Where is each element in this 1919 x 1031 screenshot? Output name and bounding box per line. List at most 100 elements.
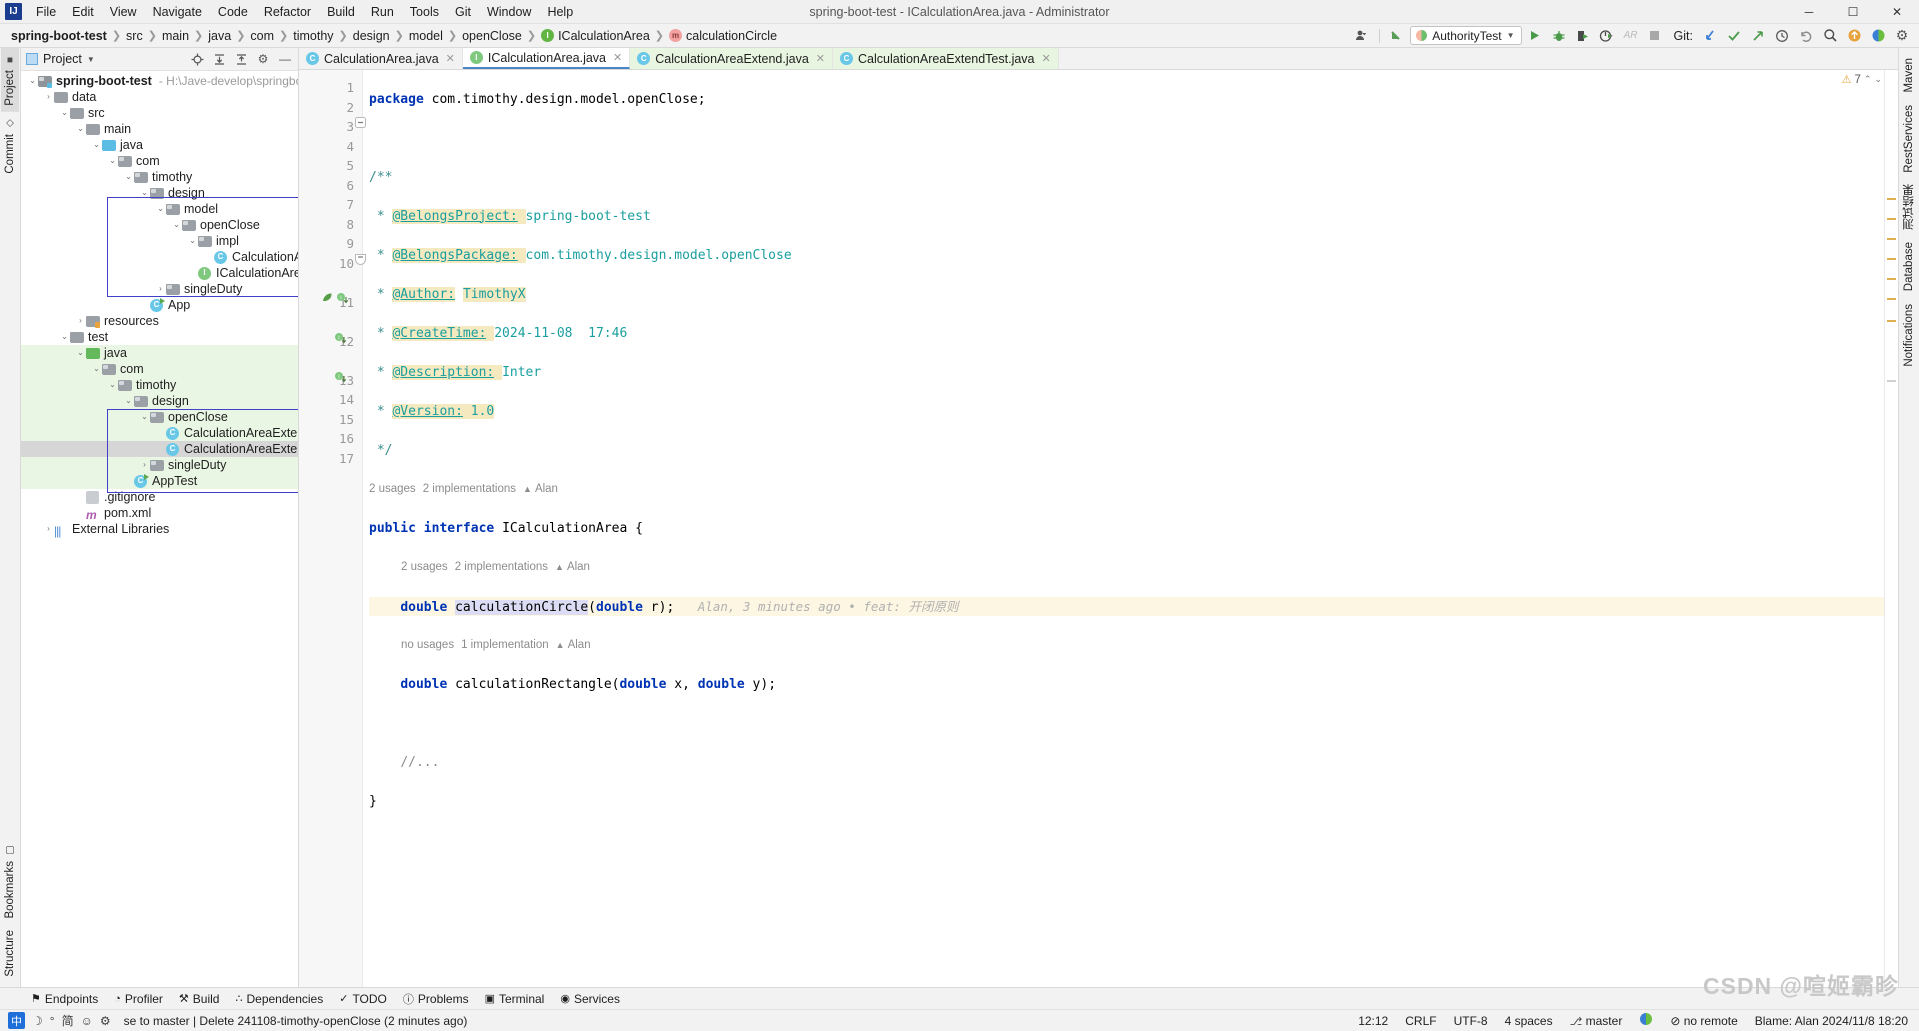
- tree-node-model[interactable]: ⌄ model: [21, 201, 298, 217]
- breadcrumb-timothy[interactable]: timothy: [290, 28, 336, 44]
- run-with-coverage-icon[interactable]: [1572, 26, 1594, 46]
- inspection-marker[interactable]: [1887, 198, 1896, 200]
- menu-tools[interactable]: Tools: [402, 1, 447, 23]
- update-project-icon[interactable]: [1386, 26, 1408, 46]
- caret-position[interactable]: 12:12: [1355, 1013, 1391, 1029]
- tree-node-singleduty-test[interactable]: › singleDuty: [21, 457, 298, 473]
- chevron-down-icon[interactable]: ⌄: [139, 185, 150, 201]
- git-push-icon[interactable]: [1747, 26, 1769, 46]
- git-branch[interactable]: ⎇ master: [1567, 1013, 1626, 1029]
- implementations-count[interactable]: 1 implementation: [461, 636, 549, 656]
- tree-node-java-main[interactable]: ⌄ java: [21, 137, 298, 153]
- code-line-9[interactable]: * @Version: 1.0: [369, 402, 1884, 422]
- tab-calculationarea[interactable]: C CalculationArea.java ✕: [299, 48, 463, 69]
- breadcrumb-openclose[interactable]: openClose: [459, 28, 525, 44]
- project-view-chevron-down-icon[interactable]: ▼: [87, 55, 95, 64]
- menu-build[interactable]: Build: [319, 1, 363, 23]
- rail-item-bookmarks[interactable]: Bookmarks ▢: [1, 839, 19, 925]
- rail-item-restservices[interactable]: RestServices: [1900, 99, 1918, 179]
- inspection-marker[interactable]: [1887, 320, 1896, 322]
- code-line-8[interactable]: * @Description: Inter: [369, 363, 1884, 383]
- chevron-right-icon[interactable]: ›: [43, 521, 54, 537]
- code-vision-method1[interactable]: 2 usages 2 implementations ▲ Alan: [369, 558, 1884, 578]
- tree-node-openclose[interactable]: ⌄ openClose: [21, 217, 298, 233]
- tree-node-design[interactable]: ⌄ design: [21, 185, 298, 201]
- code-line-11[interactable]: public interface ICalculationArea {: [369, 519, 1884, 539]
- inspection-marker[interactable]: [1887, 298, 1896, 300]
- code-author[interactable]: ▲ Alan: [523, 480, 558, 500]
- tree-node-java-test[interactable]: ⌄ java: [21, 345, 298, 361]
- ime-smiley-icon[interactable]: ☺: [81, 1014, 93, 1028]
- chevron-down-icon[interactable]: ⌄: [107, 153, 118, 169]
- code-content[interactable]: package com.timothy.design.model.openClo…: [363, 70, 1884, 987]
- tree-node-com[interactable]: ⌄ com: [21, 153, 298, 169]
- rail-item-project[interactable]: Project ■: [1, 48, 19, 112]
- git-history-icon[interactable]: [1771, 26, 1793, 46]
- tree-node-calculationareaextend[interactable]: C CalculationAreaExtend: [21, 425, 298, 441]
- person-dropdown-icon[interactable]: [1351, 26, 1373, 46]
- code-line-4[interactable]: * @BelongsProject: spring-boot-test: [369, 207, 1884, 227]
- editor-gutter[interactable]: 1 2 3 4 5 6 7 8 9 10 11 12 13 14 15 16 1: [299, 70, 366, 987]
- locate-file-icon[interactable]: [189, 51, 205, 67]
- code-line-10[interactable]: */: [369, 441, 1884, 461]
- ime-shape-icon[interactable]: 简: [62, 1012, 74, 1029]
- usages-count[interactable]: no usages: [401, 636, 454, 656]
- chevron-down-icon[interactable]: ⌄: [1874, 74, 1882, 85]
- vcs-status-message[interactable]: se to master | Delete 241108-timothy-ope…: [121, 1013, 471, 1029]
- inspection-marker[interactable]: [1887, 380, 1896, 382]
- tree-node-test[interactable]: ⌄ test: [21, 329, 298, 345]
- rail-item-commit[interactable]: Commit ◇: [1, 112, 19, 180]
- git-update-icon[interactable]: [1699, 26, 1721, 46]
- tree-node-src[interactable]: ⌄ src: [21, 105, 298, 121]
- chevron-down-icon[interactable]: ⌄: [75, 121, 86, 137]
- implementations-count[interactable]: 2 implementations: [423, 480, 516, 500]
- chevron-down-icon[interactable]: ⌄: [171, 217, 182, 233]
- tree-node-calculationarea[interactable]: C CalculationArea: [21, 249, 298, 265]
- gutter-implemented-marker[interactable]: I: [334, 332, 347, 345]
- breadcrumb-project[interactable]: spring-boot-test: [8, 28, 110, 44]
- breadcrumb-com[interactable]: com: [247, 28, 277, 44]
- code-line-15[interactable]: //...: [369, 753, 1884, 773]
- tab-icalculationarea[interactable]: I ICalculationArea.java ✕: [462, 48, 631, 69]
- tree-node-com-test[interactable]: ⌄ com: [21, 361, 298, 377]
- tree-node-resources[interactable]: › resources: [21, 313, 298, 329]
- file-encoding[interactable]: UTF-8: [1451, 1013, 1491, 1029]
- tree-node-external-libraries[interactable]: › ||| External Libraries: [21, 521, 298, 538]
- code-line-7[interactable]: * @CreateTime: 2024-11-08 17:46: [369, 324, 1884, 344]
- rail-item-structure[interactable]: Structure: [1, 924, 19, 983]
- menu-refactor[interactable]: Refactor: [256, 1, 319, 23]
- code-line-3[interactable]: /**: [369, 168, 1884, 188]
- rail-item-database[interactable]: Database: [1900, 236, 1918, 297]
- tab-calculationareaextendtest[interactable]: C CalculationAreaExtendTest.java ✕: [833, 48, 1059, 69]
- chevron-up-icon[interactable]: ⌃: [1864, 74, 1872, 85]
- menu-navigate[interactable]: Navigate: [145, 1, 210, 23]
- code-line-14[interactable]: [369, 714, 1884, 734]
- chevron-down-icon[interactable]: ⌄: [123, 169, 134, 185]
- menu-code[interactable]: Code: [210, 1, 256, 23]
- indent-setting[interactable]: 4 spaces: [1502, 1013, 1556, 1029]
- chevron-down-icon[interactable]: ⌄: [187, 233, 198, 249]
- tree-node-design-test[interactable]: ⌄ design: [21, 393, 298, 409]
- ime-language-icon[interactable]: 中: [8, 1012, 25, 1029]
- attach-process-icon[interactable]: AR: [1620, 26, 1642, 46]
- code-line-13[interactable]: double calculationRectangle(double x, do…: [369, 675, 1884, 695]
- tree-node-spring-boot-test[interactable]: ⌄ spring-boot-test - H:\Jave-develop\spr…: [21, 73, 298, 89]
- bottom-tab-services[interactable]: ◉ Services: [553, 990, 627, 1008]
- code-line-2[interactable]: [369, 129, 1884, 149]
- tree-node-openclose-test[interactable]: ⌄ openClose: [21, 409, 298, 425]
- tree-node-apptest[interactable]: C AppTest: [21, 473, 298, 489]
- code-author[interactable]: ▲ Alan: [555, 558, 590, 578]
- code-line-17[interactable]: [369, 831, 1884, 851]
- breadcrumb-main[interactable]: main: [159, 28, 192, 44]
- hide-panel-icon[interactable]: —: [277, 51, 293, 67]
- chevron-right-icon[interactable]: ›: [75, 313, 86, 329]
- tree-node-timothy[interactable]: ⌄ timothy: [21, 169, 298, 185]
- bottom-tab-profiler[interactable]: ◔ Profiler: [107, 990, 170, 1008]
- ime-gear-icon[interactable]: ⚙: [100, 1014, 111, 1028]
- minimize-button[interactable]: ─: [1787, 0, 1831, 24]
- breadcrumb-design[interactable]: design: [350, 28, 393, 44]
- chevron-right-icon[interactable]: ›: [139, 457, 150, 473]
- run-configuration-selector[interactable]: AuthorityTest ▼: [1410, 26, 1522, 45]
- tree-node-pomxml[interactable]: m pom.xml: [21, 505, 298, 522]
- tree-node-icalculationarea[interactable]: I ICalculationArea: [21, 265, 298, 281]
